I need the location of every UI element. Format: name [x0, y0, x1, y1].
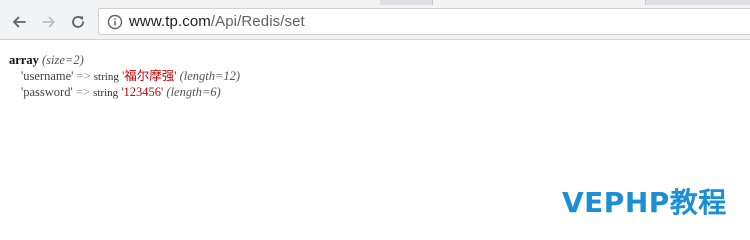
- dump-length: (length=6): [166, 85, 221, 99]
- url-path: /Api/Redis/set: [210, 13, 305, 30]
- back-arrow-icon: [13, 16, 26, 28]
- dump-row: 'username' => string '福尔摩强' (length=12): [9, 68, 240, 84]
- array-keyword: array: [9, 53, 39, 67]
- dump-value: '福尔摩强': [121, 69, 177, 83]
- dump-type: string: [93, 87, 119, 99]
- address-bar[interactable]: www.tp.com/Api/Redis/set: [98, 8, 750, 35]
- back-button[interactable]: [8, 11, 30, 33]
- forward-button[interactable]: [38, 11, 60, 33]
- dump-row: 'password' => string '123456' (length=6): [9, 84, 240, 100]
- site-watermark: VEPHP教程: [562, 186, 727, 219]
- var-dump-output: array (size=2) 'username' => string '福尔摩…: [9, 52, 240, 100]
- dump-key: 'password': [21, 85, 73, 99]
- url-text[interactable]: www.tp.com/Api/Redis/set: [129, 13, 305, 30]
- array-size: (size=2): [41, 53, 84, 67]
- reload-icon: [72, 16, 84, 28]
- dump-arrow: =>: [76, 69, 91, 83]
- dump-header: array (size=2): [9, 52, 240, 68]
- dump-key: 'username': [21, 69, 74, 83]
- url-host: www.tp.com: [129, 13, 211, 30]
- reload-button[interactable]: [67, 11, 89, 33]
- dump-value: '123456': [121, 85, 164, 99]
- dump-arrow: =>: [75, 85, 90, 99]
- dump-length: (length=12): [179, 69, 241, 83]
- dump-type: string: [93, 71, 119, 83]
- info-icon[interactable]: [107, 14, 123, 30]
- browser-toolbar: www.tp.com/Api/Redis/set: [0, 5, 750, 40]
- forward-arrow-icon: [42, 16, 55, 28]
